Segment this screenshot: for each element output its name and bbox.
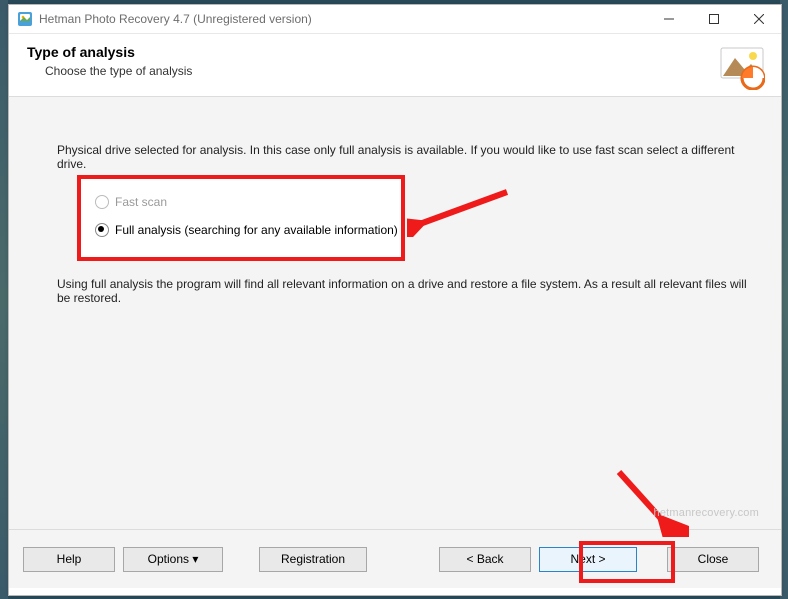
- info-text-top: Physical drive selected for analysis. In…: [57, 143, 761, 171]
- page-subtitle: Choose the type of analysis: [45, 64, 763, 78]
- help-button[interactable]: Help: [23, 547, 115, 572]
- radio-icon: [95, 195, 109, 209]
- watermark: hetmanrecovery.com: [654, 507, 760, 519]
- close-button[interactable]: Close: [667, 547, 759, 572]
- radio-label: Full analysis (searching for any availab…: [115, 223, 398, 237]
- radio-full-analysis[interactable]: Full analysis (searching for any availab…: [95, 223, 398, 237]
- options-button[interactable]: Options ▾: [123, 547, 223, 572]
- info-text-bottom: Using full analysis the program will fin…: [57, 277, 761, 305]
- header-icon: [719, 44, 765, 90]
- next-button[interactable]: Next >: [539, 547, 637, 572]
- wizard-footer: Help Options ▾ Registration < Back Next …: [9, 530, 781, 588]
- window-title: Hetman Photo Recovery 4.7 (Unregistered …: [39, 12, 646, 26]
- minimize-button[interactable]: [646, 5, 691, 33]
- wizard-body: Physical drive selected for analysis. In…: [9, 97, 781, 530]
- wizard-header: Type of analysis Choose the type of anal…: [9, 34, 781, 97]
- annotation-highlight-box: [77, 175, 405, 261]
- maximize-button[interactable]: [691, 5, 736, 33]
- radio-label: Fast scan: [115, 195, 167, 209]
- app-window: Hetman Photo Recovery 4.7 (Unregistered …: [8, 4, 782, 596]
- radio-icon: [95, 223, 109, 237]
- registration-button[interactable]: Registration: [259, 547, 367, 572]
- app-icon: [17, 11, 33, 27]
- close-window-button[interactable]: [736, 5, 781, 33]
- page-title: Type of analysis: [27, 44, 763, 60]
- desktop-bg-left: [0, 0, 8, 599]
- back-button[interactable]: < Back: [439, 547, 531, 572]
- titlebar[interactable]: Hetman Photo Recovery 4.7 (Unregistered …: [9, 5, 781, 34]
- radio-fast-scan: Fast scan: [95, 195, 167, 209]
